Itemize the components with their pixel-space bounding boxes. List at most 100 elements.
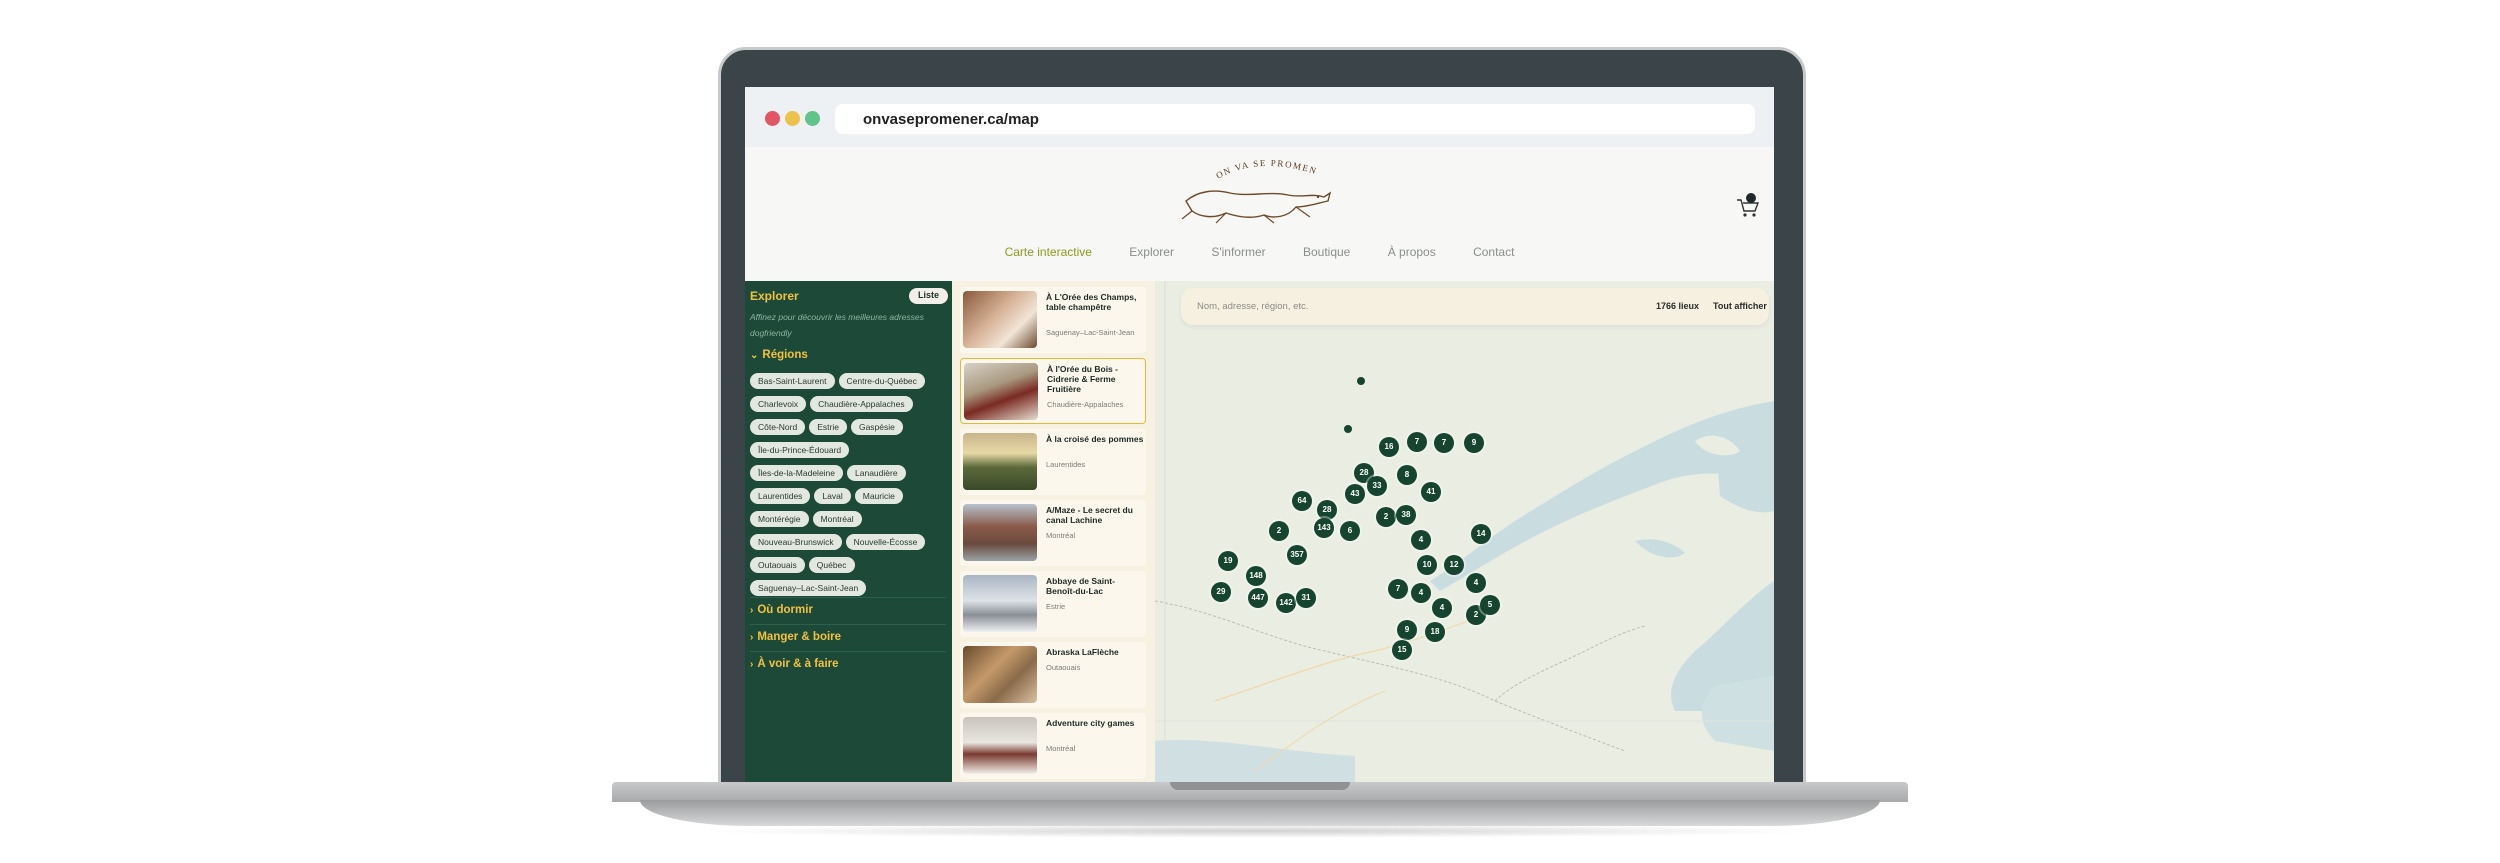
nav-item-explorer[interactable]: Explorer (1129, 245, 1174, 259)
map-cluster[interactable]: 8 (1397, 465, 1417, 485)
listing-card-selected[interactable]: À l'Orée du Bois - Cidrerie & Ferme Frui… (960, 358, 1146, 424)
region-chip[interactable]: Chaudière-Appalaches (810, 396, 913, 412)
region-chip[interactable]: Côte-Nord (750, 419, 806, 435)
map-cluster[interactable]: 142 (1276, 593, 1296, 613)
map-cluster[interactable]: 4 (1432, 598, 1452, 618)
map-cluster[interactable]: 41 (1421, 482, 1441, 502)
map-cluster[interactable]: 357 (1287, 545, 1307, 565)
map-cluster[interactable]: 4 (1411, 583, 1431, 603)
nav-item-boutique[interactable]: Boutique (1303, 245, 1350, 259)
map-cluster[interactable]: 15 (1392, 640, 1412, 660)
map-cluster[interactable]: 31 (1296, 588, 1316, 608)
map-cluster[interactable]: 447 (1248, 588, 1268, 608)
regions-label: Régions (762, 349, 808, 361)
show-all-button[interactable]: Tout afficher (1713, 301, 1767, 311)
map-cluster[interactable]: 64 (1292, 491, 1312, 511)
section-label: Où dormir (757, 604, 813, 616)
region-chip[interactable]: Estrie (809, 419, 847, 435)
map-cluster[interactable]: 28 (1317, 500, 1337, 520)
chevron-right-icon: › (750, 659, 754, 670)
listing-card[interactable]: Abbaye de Saint-Benoît-du-Lac Estrie (960, 571, 1146, 637)
site-header: ON VA SE PROMENER Carte interactive Expl… (745, 147, 1774, 281)
map-cluster[interactable]: 2 (1269, 521, 1289, 541)
map-cluster[interactable]: 12 (1444, 555, 1464, 575)
map-cluster[interactable]: 4 (1411, 530, 1431, 550)
listing-region: Outaouais (1046, 663, 1081, 672)
nav-item-carte-interactive[interactable]: Carte interactive (1005, 245, 1092, 259)
map-cluster[interactable]: 7 (1407, 432, 1427, 452)
map-cluster[interactable]: 19 (1218, 551, 1238, 571)
region-chip[interactable]: Centre-du-Québec (838, 373, 925, 389)
map-cluster[interactable]: 43 (1345, 484, 1365, 504)
listing-region: Montréal (1046, 531, 1076, 540)
laptop-base-lip (640, 800, 1880, 826)
address-bar[interactable]: onvasepromener.ca/map (835, 104, 1755, 134)
listing-title: À la croisé des pommes (1046, 434, 1144, 444)
region-chip[interactable]: Saguenay–Lac-Saint-Jean (750, 580, 867, 596)
region-chip[interactable]: Laval (814, 488, 851, 504)
map-cluster[interactable]: 2 (1376, 507, 1396, 527)
map-cluster[interactable]: 5 (1480, 595, 1500, 615)
map-cluster[interactable]: 7 (1434, 433, 1454, 453)
listing-card[interactable]: À L'Orée des Champs, table champêtre Sag… (960, 287, 1146, 353)
maximize-window-dot[interactable] (805, 111, 820, 126)
map-cluster[interactable]: 4 (1466, 573, 1486, 593)
region-chip[interactable]: Îles-de-la-Madeleine (750, 465, 844, 481)
region-chip[interactable]: Charlevoix (750, 396, 807, 412)
logo-text: ON VA SE PROMENER (1178, 157, 1317, 181)
map-search-input[interactable]: Nom, adresse, région, etc. (1197, 301, 1308, 312)
listing-card[interactable]: Adventure city games Montréal (960, 713, 1146, 779)
map-cluster[interactable]: 148 (1246, 566, 1266, 586)
map-cluster[interactable]: 9 (1464, 433, 1484, 453)
map-count-label: 1766 lieux (1656, 301, 1700, 311)
map-cluster[interactable]: 18 (1425, 622, 1445, 642)
region-chip[interactable]: Bas-Saint-Laurent (750, 373, 835, 389)
map-cluster[interactable]: 6 (1340, 521, 1360, 541)
interactive-map[interactable]: Nom, adresse, région, etc. 1766 lieux To… (1155, 281, 1774, 782)
listing-thumbnail (963, 433, 1037, 490)
region-chip[interactable]: Nouvelle-Écosse (845, 534, 926, 550)
close-window-dot[interactable] (765, 111, 780, 126)
map-cluster[interactable]: 9 (1397, 620, 1417, 640)
map-pin[interactable] (1357, 377, 1365, 385)
site-logo[interactable]: ON VA SE PROMENER (1178, 157, 1338, 225)
region-chip[interactable]: Montérégie (750, 511, 809, 527)
nav-item-contact[interactable]: Contact (1473, 245, 1514, 259)
cart-badge (1746, 193, 1756, 203)
listing-region: Laurentides (1046, 460, 1086, 469)
listing-title: A/Maze - Le secret du canal Lachine (1046, 505, 1133, 525)
section-label: Manger & boire (757, 631, 842, 643)
nav-item-sinformer[interactable]: S'informer (1211, 245, 1265, 259)
minimize-window-dot[interactable] (785, 111, 800, 126)
map-cluster[interactable]: 33 (1367, 476, 1387, 496)
listing-card[interactable]: Abraska LaFlèche Outaouais (960, 642, 1146, 708)
region-chip[interactable]: Lanaudière (847, 465, 906, 481)
region-chip[interactable]: Outaouais (750, 557, 805, 573)
map-cluster[interactable]: 7 (1388, 579, 1408, 599)
region-chip[interactable]: Laurentides (750, 488, 811, 504)
region-chip[interactable]: Montréal (812, 511, 862, 527)
list-view-button[interactable]: Liste (909, 288, 949, 304)
map-cluster[interactable]: 38 (1396, 505, 1416, 525)
region-chip[interactable]: Québec (808, 557, 855, 573)
map-search-bar[interactable]: Nom, adresse, région, etc. 1766 lieux To… (1181, 288, 1769, 325)
map-cluster[interactable]: 143 (1314, 518, 1334, 538)
listing-card[interactable]: A/Maze - Le secret du canal Lachine Mont… (960, 500, 1146, 566)
section-toggle-ou-dormir[interactable]: › Où dormir (750, 604, 813, 616)
region-chip[interactable]: Nouveau-Brunswick (750, 534, 842, 550)
regions-toggle[interactable]: ⌄ Régions (750, 349, 808, 361)
listing-region: Saguenay–Lac-Saint-Jean (1046, 328, 1135, 337)
region-chip[interactable]: Île-du-Prince-Édouard (750, 442, 850, 458)
map-pin[interactable] (1344, 425, 1352, 433)
map-cluster[interactable]: 14 (1471, 524, 1491, 544)
map-cluster[interactable]: 16 (1379, 437, 1399, 457)
section-toggle-manger-boire[interactable]: › Manger & boire (750, 631, 841, 643)
section-label: À voir & à faire (757, 658, 839, 670)
map-cluster[interactable]: 29 (1211, 582, 1231, 602)
nav-item-a-propos[interactable]: À propos (1388, 245, 1436, 259)
section-toggle-a-voir-a-faire[interactable]: › À voir & à faire (750, 658, 839, 670)
map-cluster[interactable]: 10 (1417, 555, 1437, 575)
region-chip[interactable]: Mauricie (854, 488, 903, 504)
region-chip[interactable]: Gaspésie (850, 419, 903, 435)
listing-card[interactable]: À la croisé des pommes Laurentides (960, 429, 1146, 495)
